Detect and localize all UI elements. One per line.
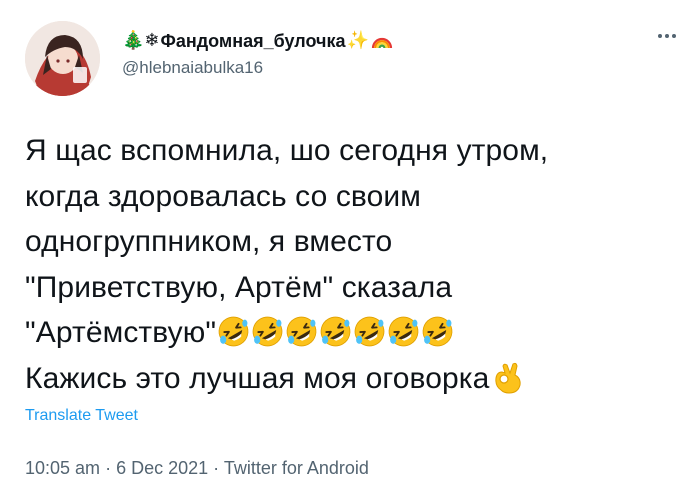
tweet-time[interactable]: 10:05 am [25,458,100,478]
rolling-laughing-emoji [354,316,385,347]
rolling-laughing-emoji [286,316,317,347]
tweet-line-with-emoji: "Артёмствую" [25,310,685,356]
laugh-emoji-row [216,316,454,349]
meta-separator: · [208,458,224,478]
tweet-line-text: "Артёмствую" [25,316,217,349]
rolling-laughing-emoji [252,316,283,347]
tweet-meta: 10:05 am · 6 Dec 2021 · Twitter for Andr… [25,458,369,479]
tweet-source[interactable]: Twitter for Android [224,458,369,478]
tree-snowflake-emoji: 🎄❄ [122,30,160,51]
display-name[interactable]: Фандомная_булочка [161,31,346,52]
tweet-line: когда здоровалась со своим [25,179,421,213]
tweet-line: Я щас вспомнила, шо сегодня утром, [25,134,549,167]
rolling-laughing-emoji [422,316,453,347]
sparkles-emoji: ✨ [346,30,369,51]
meta-separator: · [100,458,117,478]
avatar[interactable] [25,21,100,96]
tweet-line: "Приветствую, Артём" сказала [25,270,453,304]
rolling-laughing-emoji [388,316,419,347]
tweet-date[interactable]: 6 Dec 2021 [116,458,208,478]
rolling-laughing-emoji [218,316,249,347]
tweet-line-text: Кажись это лучшая моя оговорка [25,361,490,395]
avatar-image [25,21,100,96]
tweet-line-with-emoji: Кажись это лучшая моя оговорка [25,356,685,402]
rainbow-emoji [371,37,393,49]
translate-tweet-link[interactable]: Translate Tweet [25,407,138,425]
user-name-row[interactable]: 🎄❄ Фандомная_булочка ✨ [122,28,393,54]
rolling-laughing-emoji [320,316,351,347]
ok-hand-emoji [495,362,522,394]
user-handle[interactable]: @hlebnaiabulka16 [122,58,263,78]
more-icon[interactable] [652,26,682,46]
tweet-line: одногруппником, я вместо [25,225,393,258]
tweet-text: Я щас вспомнила, шо сегодня утром, когда… [25,128,685,401]
